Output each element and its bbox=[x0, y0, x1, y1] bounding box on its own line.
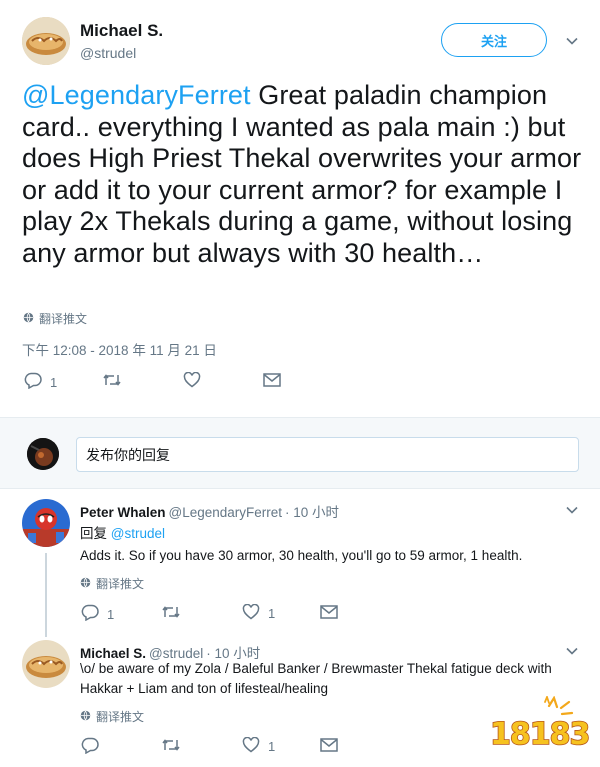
heart-icon bbox=[242, 736, 260, 756]
reply-1-translate-link[interactable]: 翻译推文 bbox=[80, 575, 144, 592]
reply-2-message-action[interactable] bbox=[320, 738, 338, 755]
reply-1-avatar[interactable] bbox=[22, 499, 70, 547]
reply-count: 1 bbox=[107, 606, 115, 622]
translate-label: 翻译推文 bbox=[96, 577, 145, 591]
heart-icon bbox=[183, 371, 201, 391]
reply-composer: 发布你的回复 bbox=[0, 417, 600, 489]
site-logo-watermark: 18183 bbox=[487, 694, 593, 753]
tweet-text: @LegendaryFerret Great paladin champion … bbox=[22, 80, 582, 269]
thread-line bbox=[45, 553, 47, 637]
reply-action[interactable]: 1 bbox=[24, 372, 57, 392]
reply-1-author-handle[interactable]: @LegendaryFerret bbox=[169, 505, 283, 520]
my-avatar bbox=[27, 438, 59, 470]
reply-1-like-action[interactable]: 1 bbox=[242, 603, 276, 623]
translate-label: 翻译推文 bbox=[96, 710, 145, 724]
message-action[interactable] bbox=[263, 373, 281, 390]
author-avatar[interactable] bbox=[22, 17, 70, 65]
author-handle[interactable]: @strudel bbox=[80, 45, 136, 61]
chevron-down-icon[interactable] bbox=[565, 644, 579, 658]
chevron-down-icon[interactable] bbox=[565, 34, 579, 48]
main-tweet: Michael S. @strudel 关注 @LegendaryFerret … bbox=[0, 0, 600, 415]
reply-input[interactable]: 发布你的回复 bbox=[76, 437, 579, 472]
reply-2-retweet-action[interactable] bbox=[161, 737, 181, 756]
reply-1-header: Peter Whalen @LegendaryFerret · 10 小时 bbox=[80, 501, 339, 521]
like-count: 1 bbox=[268, 739, 276, 754]
replying-to-handle[interactable]: @strudel bbox=[111, 526, 165, 541]
reply-1-time[interactable]: · 10 小时 bbox=[285, 505, 339, 520]
like-count: 1 bbox=[268, 606, 276, 621]
reply-icon bbox=[81, 604, 99, 624]
tweet-timestamp[interactable]: 下午 12:08 - 2018 年 11 月 21 日 bbox=[22, 339, 217, 359]
reply-2-reply-action[interactable] bbox=[81, 737, 99, 757]
globe-icon bbox=[80, 710, 91, 724]
svg-text:18183: 18183 bbox=[490, 717, 589, 752]
mention-link[interactable]: @LegendaryFerret bbox=[22, 80, 251, 110]
reply-1-replying-to: 回复 @strudel bbox=[80, 524, 580, 544]
translate-tweet-link[interactable]: 翻译推文 bbox=[23, 310, 87, 327]
translate-label: 翻译推文 bbox=[39, 312, 88, 326]
reply-2-like-action[interactable]: 1 bbox=[242, 736, 276, 756]
like-action[interactable] bbox=[183, 371, 201, 391]
retweet-action[interactable] bbox=[102, 372, 122, 391]
globe-icon bbox=[80, 577, 91, 591]
heart-icon bbox=[242, 603, 260, 623]
envelope-icon bbox=[263, 373, 281, 390]
author-name[interactable]: Michael S. bbox=[80, 21, 163, 41]
reply-icon bbox=[24, 372, 42, 392]
reply-2-translate-link[interactable]: 翻译推文 bbox=[80, 708, 144, 725]
retweet-icon bbox=[102, 372, 122, 391]
globe-icon bbox=[23, 312, 34, 326]
reply-icon bbox=[81, 737, 99, 757]
reply-count: 1 bbox=[50, 374, 58, 390]
chevron-down-icon[interactable] bbox=[565, 503, 579, 517]
reply-1-message-action[interactable] bbox=[320, 605, 338, 622]
retweet-icon bbox=[161, 737, 181, 756]
reply-2-avatar[interactable] bbox=[22, 640, 70, 688]
reply-1-reply-action[interactable]: 1 bbox=[81, 604, 114, 624]
reply-1-retweet-action[interactable] bbox=[161, 604, 181, 623]
reply-1-author-name[interactable]: Peter Whalen bbox=[80, 505, 166, 520]
replying-to-label: 回复 bbox=[80, 526, 107, 541]
envelope-icon bbox=[320, 738, 338, 755]
follow-button[interactable]: 关注 bbox=[441, 23, 547, 57]
retweet-icon bbox=[161, 604, 181, 623]
envelope-icon bbox=[320, 605, 338, 622]
reply-2-text: \o/ be aware of my Zola / Baleful Banker… bbox=[80, 661, 552, 696]
reply-1-text: Adds it. So if you have 30 armor, 30 hea… bbox=[80, 548, 523, 563]
